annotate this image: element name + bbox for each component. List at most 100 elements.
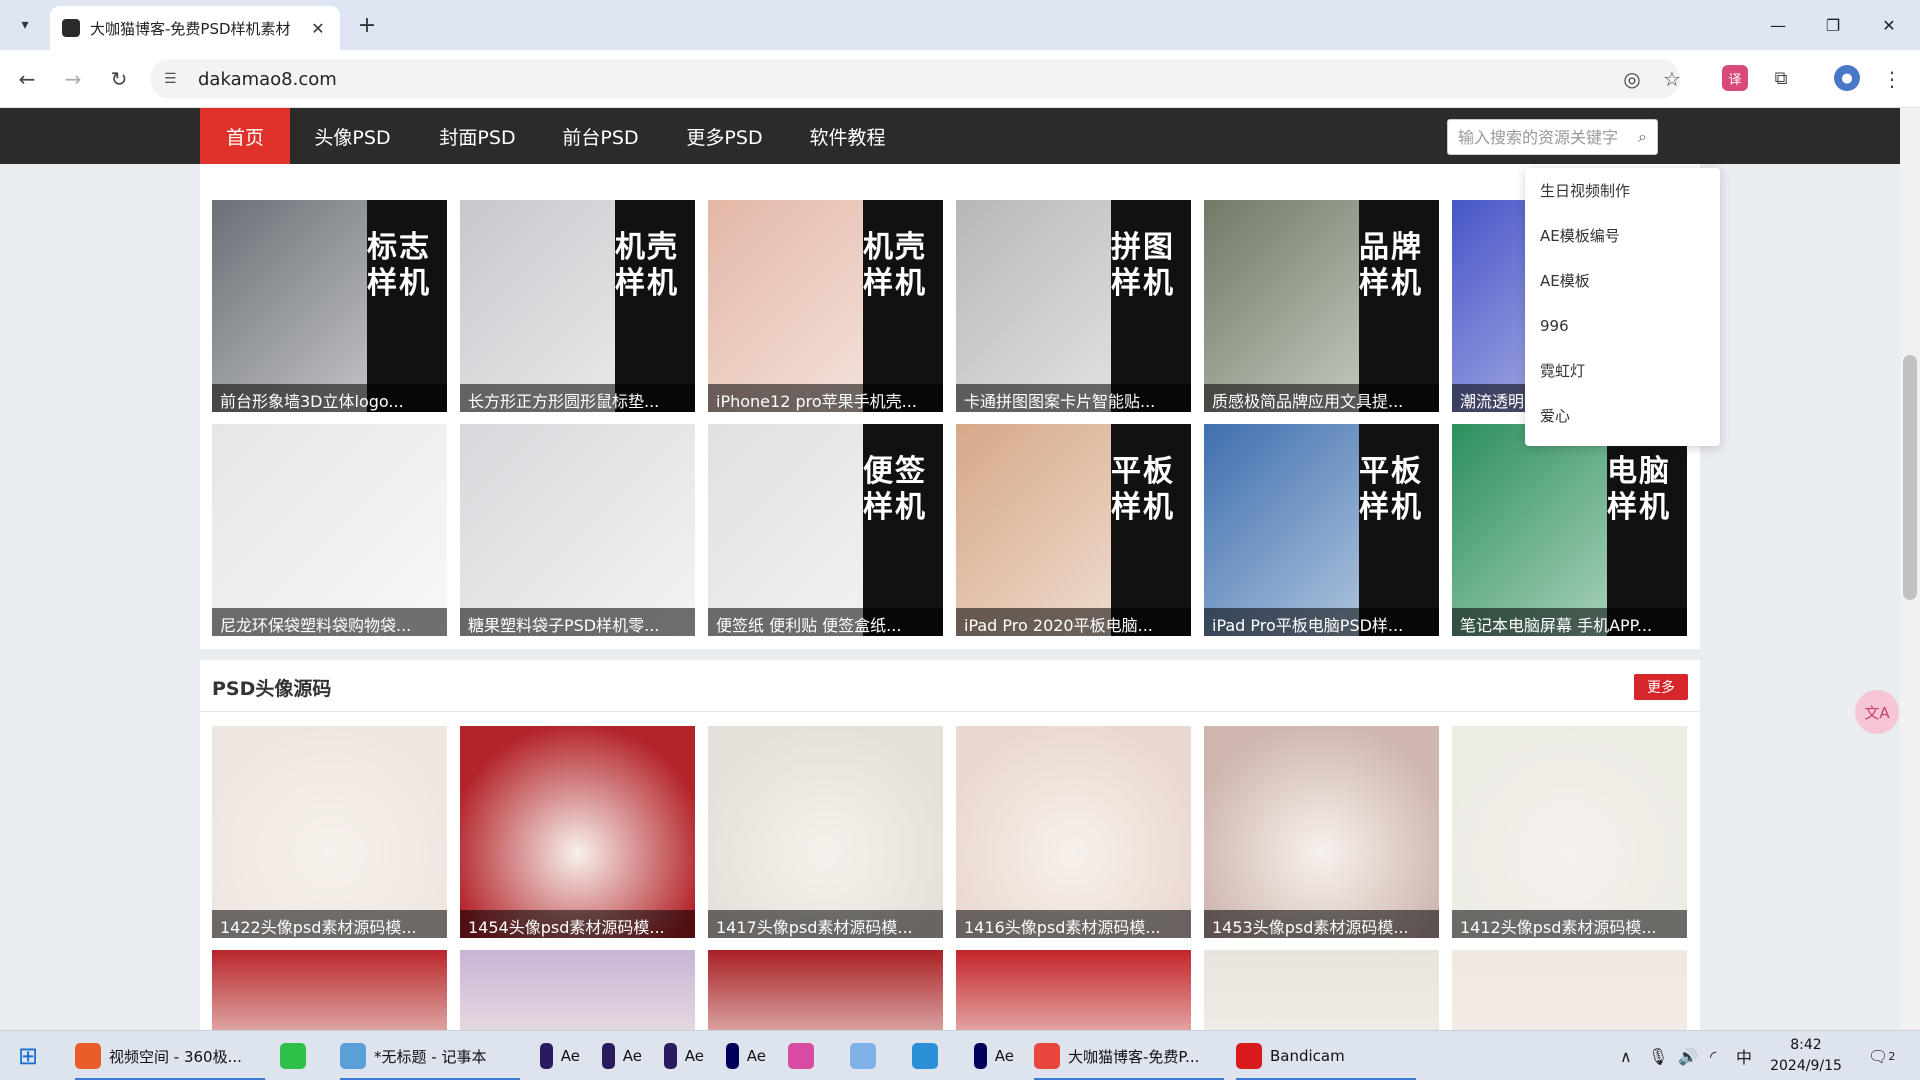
suggestion-item[interactable]: 生日视频制作: [1525, 168, 1720, 213]
taskbar-app[interactable]: [280, 1031, 320, 1080]
mockup-caption[interactable]: iPad Pro平板电脑PSD样...: [1204, 608, 1439, 636]
taskbar-app[interactable]: [912, 1031, 952, 1080]
search-input[interactable]: [1458, 127, 1623, 147]
start-button[interactable]: ⊞: [18, 1031, 38, 1080]
clock[interactable]: 8:42 2024/9/15: [1756, 1035, 1856, 1077]
nav-software-tutorial[interactable]: 软件教程: [800, 108, 895, 164]
mockup-card[interactable]: 平板样机 iPad Pro平板电脑PSD样...: [1204, 424, 1439, 636]
mockup-card[interactable]: 尼龙环保袋塑料袋购物袋...: [212, 424, 447, 636]
mockup-card[interactable]: 品牌样机 质感极简品牌应用文具提...: [1204, 200, 1439, 412]
tracking-protection-icon[interactable]: ◎: [1616, 63, 1648, 95]
avatar-caption[interactable]: 1412头像psd素材源码模...: [1452, 910, 1687, 938]
suggestion-item[interactable]: 爱心: [1525, 393, 1720, 438]
close-window-button[interactable]: ✕: [1874, 12, 1904, 38]
taskbar-app[interactable]: 大咖猫博客-免费P...: [1034, 1031, 1224, 1080]
suggestion-item[interactable]: 996: [1525, 303, 1720, 348]
taskbar-app[interactable]: [788, 1031, 828, 1080]
tab-close-icon[interactable]: ✕: [308, 19, 328, 38]
translate-extension-icon[interactable]: 译: [1722, 65, 1748, 91]
ime-indicator[interactable]: 中: [1736, 1031, 1752, 1080]
minimize-button[interactable]: —: [1763, 12, 1793, 38]
nav-cover-psd[interactable]: 封面PSD: [430, 108, 525, 164]
browser-menu-icon[interactable]: ⋮: [1876, 63, 1908, 95]
network-icon[interactable]: ◜: [1710, 1031, 1716, 1080]
mockup-card[interactable]: 机壳样机 iPhone12 pro苹果手机壳...: [708, 200, 943, 412]
avatar-card[interactable]: 1417头像psd素材源码模...: [708, 726, 943, 938]
avatar-card[interactable]: 1412头像psd素材源码模...: [1452, 726, 1687, 938]
avatar-card[interactable]: [1452, 950, 1687, 1030]
avatar-card[interactable]: 1422头像psd素材源码模...: [212, 726, 447, 938]
mockup-caption[interactable]: iPhone12 pro苹果手机壳...: [708, 384, 943, 412]
mockup-thumbnail: [460, 424, 695, 636]
taskbar-app[interactable]: Ae: [664, 1031, 704, 1080]
mockup-caption[interactable]: 卡通拼图图案卡片智能贴...: [956, 384, 1191, 412]
avatar-caption[interactable]: 1454头像psd素材源码模...: [460, 910, 695, 938]
mockup-card[interactable]: 标志样机 前台形象墙3D立体logo...: [212, 200, 447, 412]
more-button[interactable]: 更多: [1634, 674, 1688, 700]
avatar-card[interactable]: [956, 950, 1191, 1030]
forward-button[interactable]: →: [58, 64, 88, 94]
back-button[interactable]: ←: [12, 64, 42, 94]
avatar-card[interactable]: 1453头像psd素材源码模...: [1204, 726, 1439, 938]
translate-float-icon[interactable]: 文A: [1855, 690, 1899, 734]
suggestion-item[interactable]: 霓虹灯: [1525, 348, 1720, 393]
address-bar[interactable]: ☰ dakamao8.com: [150, 59, 1680, 99]
suggestion-item[interactable]: AE模板编号: [1525, 213, 1720, 258]
taskbar-app[interactable]: *无标题 - 记事本: [340, 1031, 520, 1080]
taskbar-app[interactable]: 视频空间 - 360极...: [75, 1031, 265, 1080]
avatar-card[interactable]: 1454头像psd素材源码模...: [460, 726, 695, 938]
taskbar-app[interactable]: Ae: [974, 1031, 1014, 1080]
mockup-caption[interactable]: 质感极简品牌应用文具提...: [1204, 384, 1439, 412]
mockup-caption[interactable]: 长方形正方形圆形鼠标垫...: [460, 384, 695, 412]
avatar-caption[interactable]: 1416头像psd素材源码模...: [956, 910, 1191, 938]
avatar-thumbnail: [460, 726, 695, 938]
mockup-card[interactable]: 电脑样机 笔记本电脑屏幕 手机APP...: [1452, 424, 1687, 636]
site-info-icon[interactable]: ☰: [164, 71, 186, 87]
nav-avatar-psd[interactable]: 头像PSD: [305, 108, 400, 164]
mockup-card[interactable]: 机壳样机 长方形正方形圆形鼠标垫...: [460, 200, 695, 412]
page-scrollbar-thumb[interactable]: [1903, 355, 1917, 600]
extensions-puzzle-icon[interactable]: ⧉: [1768, 65, 1794, 91]
nav-more-psd[interactable]: 更多PSD: [677, 108, 772, 164]
suggestion-item[interactable]: AE模板: [1525, 258, 1720, 303]
mockup-card[interactable]: 糖果塑料袋子PSD样机零...: [460, 424, 695, 636]
mockup-caption[interactable]: 便签纸 便利贴 便签盒纸...: [708, 608, 943, 636]
avatar-caption[interactable]: 1422头像psd素材源码模...: [212, 910, 447, 938]
notification-icon[interactable]: 🗨 2: [1868, 1031, 1895, 1080]
search-icon[interactable]: ⌕: [1638, 127, 1647, 147]
avatar-card[interactable]: [212, 950, 447, 1030]
mockup-caption[interactable]: 前台形象墙3D立体logo...: [212, 384, 447, 412]
mockup-caption[interactable]: 糖果塑料袋子PSD样机零...: [460, 608, 695, 636]
avatar-thumbnail: [1452, 726, 1687, 938]
restore-button[interactable]: ❐: [1818, 12, 1848, 38]
mockup-caption[interactable]: 尼龙环保袋塑料袋购物袋...: [212, 608, 447, 636]
mockup-caption[interactable]: iPad Pro 2020平板电脑...: [956, 608, 1191, 636]
avatar-card[interactable]: 1416头像psd素材源码模...: [956, 726, 1191, 938]
taskbar-app[interactable]: Ae: [726, 1031, 766, 1080]
taskbar-app[interactable]: [850, 1031, 890, 1080]
profile-avatar-icon[interactable]: ●: [1834, 65, 1860, 91]
browser-toolbar: ← → ↻ ☰ dakamao8.com ◎ ☆ 译 ⧉ ● ⋮: [0, 50, 1920, 108]
nav-home[interactable]: 首页: [200, 108, 290, 164]
browser-tab[interactable]: 大咖猫博客-免费PSD样机素材 ✕: [50, 6, 340, 50]
taskbar-app[interactable]: Ae: [602, 1031, 642, 1080]
taskbar-app[interactable]: Bandicam: [1236, 1031, 1416, 1080]
tab-search-button[interactable]: ▾: [10, 10, 40, 40]
new-tab-button[interactable]: +: [352, 10, 382, 40]
mockup-card[interactable]: 平板样机 iPad Pro 2020平板电脑...: [956, 424, 1191, 636]
reload-button[interactable]: ↻: [104, 64, 134, 94]
volume-icon[interactable]: 🔊: [1678, 1031, 1698, 1080]
tray-chevron-icon[interactable]: ∧: [1620, 1031, 1632, 1080]
avatar-card[interactable]: [708, 950, 943, 1030]
mockup-caption[interactable]: 笔记本电脑屏幕 手机APP...: [1452, 608, 1687, 636]
mockup-card[interactable]: 拼图样机 卡通拼图图案卡片智能贴...: [956, 200, 1191, 412]
bookmark-star-icon[interactable]: ☆: [1656, 63, 1688, 95]
avatar-caption[interactable]: 1453头像psd素材源码模...: [1204, 910, 1439, 938]
mockup-card[interactable]: 便签样机 便签纸 便利贴 便签盒纸...: [708, 424, 943, 636]
microphone-icon[interactable]: 🎙: [1648, 1031, 1668, 1080]
nav-front-desk-psd[interactable]: 前台PSD: [553, 108, 648, 164]
avatar-caption[interactable]: 1417头像psd素材源码模...: [708, 910, 943, 938]
taskbar-app[interactable]: Ae: [540, 1031, 580, 1080]
avatar-card[interactable]: [460, 950, 695, 1030]
avatar-card[interactable]: [1204, 950, 1439, 1030]
